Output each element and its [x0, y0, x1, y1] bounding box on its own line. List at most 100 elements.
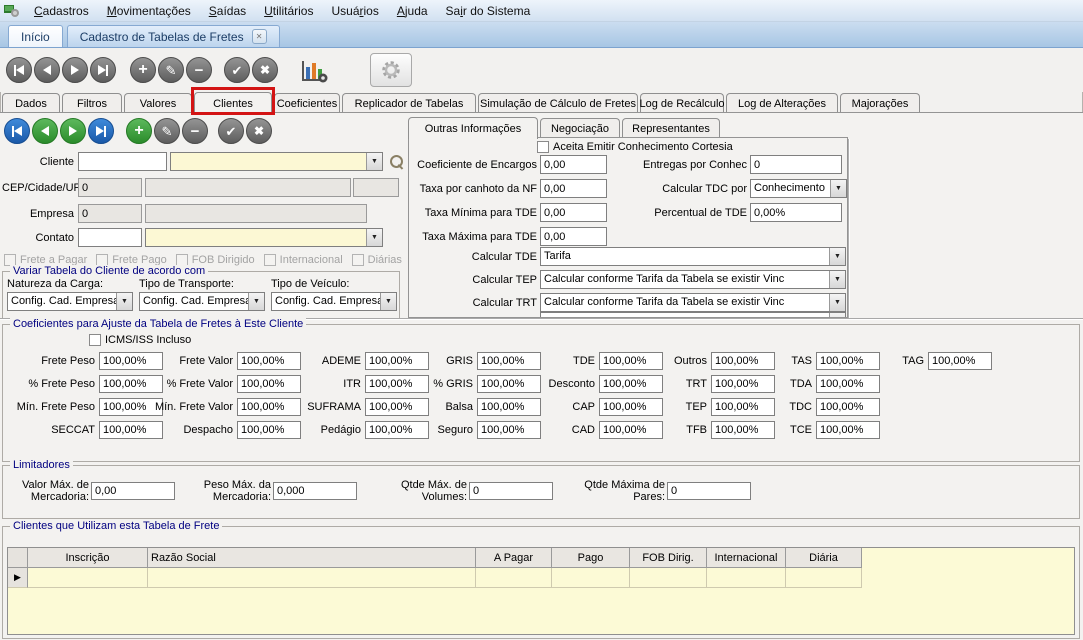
- grid-cell[interactable]: [786, 568, 862, 588]
- checkbox-icon[interactable]: [89, 334, 101, 346]
- field-input[interactable]: [540, 155, 607, 174]
- flag-checkbox-item[interactable]: Diárias: [352, 254, 402, 266]
- grid-column-header[interactable]: Inscrição: [28, 548, 148, 568]
- calcular-tdc-combo[interactable]: Conhecimento ▼: [750, 179, 847, 198]
- close-tab-icon[interactable]: ✕: [252, 29, 267, 44]
- dropdown-arrow-icon[interactable]: ▼: [366, 153, 382, 170]
- page-tab[interactable]: Simulação de Cálculo de Fretes: [478, 93, 638, 113]
- coeficiente-input[interactable]: [816, 398, 880, 416]
- limitador-input[interactable]: [273, 482, 357, 500]
- client-insert-button[interactable]: +: [126, 118, 152, 144]
- coeficiente-input[interactable]: [599, 352, 663, 370]
- coeficiente-input[interactable]: [928, 352, 992, 370]
- client-prior-button[interactable]: [32, 118, 58, 144]
- coeficiente-input[interactable]: [477, 352, 541, 370]
- grid-column-header[interactable]: A Pagar: [476, 548, 552, 568]
- info-tab[interactable]: Representantes: [622, 118, 720, 138]
- variar-field-combo[interactable]: Config. Cad. Empresa ▼: [271, 292, 397, 311]
- dropdown-arrow-icon[interactable]: ▼: [830, 180, 846, 197]
- coeficiente-input[interactable]: [99, 398, 163, 416]
- info-tab[interactable]: Outras Informações: [408, 117, 538, 139]
- grid-column-header[interactable]: Internacional: [707, 548, 786, 568]
- last-record-button[interactable]: [90, 57, 116, 83]
- cliente-combo[interactable]: ▼: [170, 152, 383, 171]
- coeficiente-input[interactable]: [99, 421, 163, 439]
- contato-code-input[interactable]: [78, 228, 142, 247]
- first-record-button[interactable]: [6, 57, 32, 83]
- limitador-input[interactable]: [667, 482, 751, 500]
- info-tab[interactable]: Negociação: [540, 118, 620, 138]
- menu-item[interactable]: Movimentações: [98, 1, 200, 21]
- tab-cadastro-tabelas-fretes[interactable]: Cadastro de Tabelas de Fretes ✕: [67, 25, 280, 47]
- checkbox-icon[interactable]: [537, 141, 549, 153]
- page-tab[interactable]: Log de Alterações: [726, 93, 838, 113]
- client-next-button[interactable]: [60, 118, 86, 144]
- grid-column-header[interactable]: Pago: [552, 548, 630, 568]
- checkbox-icon[interactable]: [352, 254, 364, 266]
- coeficiente-input[interactable]: [365, 352, 429, 370]
- coeficiente-input[interactable]: [816, 352, 880, 370]
- coeficiente-input[interactable]: [711, 421, 775, 439]
- checkbox-icon[interactable]: [264, 254, 276, 266]
- grid-cell[interactable]: [476, 568, 552, 588]
- icms-checkbox-item[interactable]: ICMS/ISS Incluso: [89, 334, 191, 346]
- client-edit-button[interactable]: ✎: [154, 118, 180, 144]
- dropdown-arrow-icon[interactable]: ▼: [380, 293, 396, 310]
- prior-record-button[interactable]: [34, 57, 60, 83]
- dropdown-arrow-icon[interactable]: ▼: [116, 293, 132, 310]
- post-record-button[interactable]: ✔: [224, 57, 250, 83]
- client-post-button[interactable]: ✔: [218, 118, 244, 144]
- page-tab[interactable]: Majorações: [840, 93, 920, 113]
- coeficiente-input[interactable]: [711, 352, 775, 370]
- menu-item[interactable]: Saídas: [200, 1, 255, 21]
- cliente-code-input[interactable]: [78, 152, 167, 171]
- page-tab[interactable]: Valores: [124, 93, 192, 113]
- coeficiente-input[interactable]: [816, 375, 880, 393]
- search-icon[interactable]: [390, 155, 403, 168]
- percentual-tde-input[interactable]: [750, 203, 842, 222]
- grid-column-header[interactable]: Diária: [786, 548, 862, 568]
- page-tab[interactable]: Log de Recálculo: [640, 93, 724, 113]
- grid-column-header[interactable]: Razão Social: [148, 548, 476, 568]
- grid-cell[interactable]: [28, 568, 148, 588]
- chart-settings-button[interactable]: [298, 55, 330, 85]
- page-tab[interactable]: Clientes: [194, 92, 272, 114]
- delete-record-button[interactable]: −: [186, 57, 212, 83]
- dropdown-arrow-icon[interactable]: ▼: [366, 229, 382, 246]
- coeficiente-input[interactable]: [711, 398, 775, 416]
- coeficiente-input[interactable]: [599, 375, 663, 393]
- coeficiente-input[interactable]: [365, 421, 429, 439]
- menu-item[interactable]: Utilitários: [255, 1, 322, 21]
- settings-button[interactable]: [370, 53, 412, 87]
- cancel-record-button[interactable]: ✖: [252, 57, 278, 83]
- grid-column-header[interactable]: FOB Dirig.: [630, 548, 707, 568]
- menu-item[interactable]: Cadastros: [25, 1, 98, 21]
- contato-combo[interactable]: ▼: [145, 228, 383, 247]
- field-input[interactable]: [540, 203, 607, 222]
- grid-cell[interactable]: [148, 568, 476, 588]
- grid-cell[interactable]: [707, 568, 786, 588]
- coeficiente-input[interactable]: [477, 421, 541, 439]
- coeficiente-input[interactable]: [365, 398, 429, 416]
- coeficiente-input[interactable]: [237, 352, 301, 370]
- client-last-button[interactable]: [88, 118, 114, 144]
- menu-item[interactable]: Sair do Sistema: [437, 1, 540, 21]
- uf-input[interactable]: [353, 178, 399, 197]
- grid-data-row[interactable]: ▶: [8, 568, 1074, 588]
- page-tab[interactable]: Coeficientes: [274, 93, 340, 113]
- page-tab[interactable]: Dados: [2, 93, 60, 113]
- limitador-input[interactable]: [91, 482, 175, 500]
- coeficiente-input[interactable]: [816, 421, 880, 439]
- insert-record-button[interactable]: +: [130, 57, 156, 83]
- dropdown-arrow-icon[interactable]: ▼: [829, 271, 845, 288]
- coeficiente-input[interactable]: [99, 352, 163, 370]
- dropdown-arrow-icon[interactable]: ▼: [248, 293, 264, 310]
- coeficiente-input[interactable]: [365, 375, 429, 393]
- menu-item[interactable]: Usuários: [322, 1, 387, 21]
- empresa-nome-input[interactable]: [145, 204, 367, 223]
- dropdown-arrow-icon[interactable]: ▼: [829, 294, 845, 311]
- limitador-input[interactable]: [469, 482, 553, 500]
- coeficiente-input[interactable]: [599, 398, 663, 416]
- page-tab[interactable]: Replicador de Tabelas: [342, 93, 476, 113]
- coeficiente-input[interactable]: [477, 398, 541, 416]
